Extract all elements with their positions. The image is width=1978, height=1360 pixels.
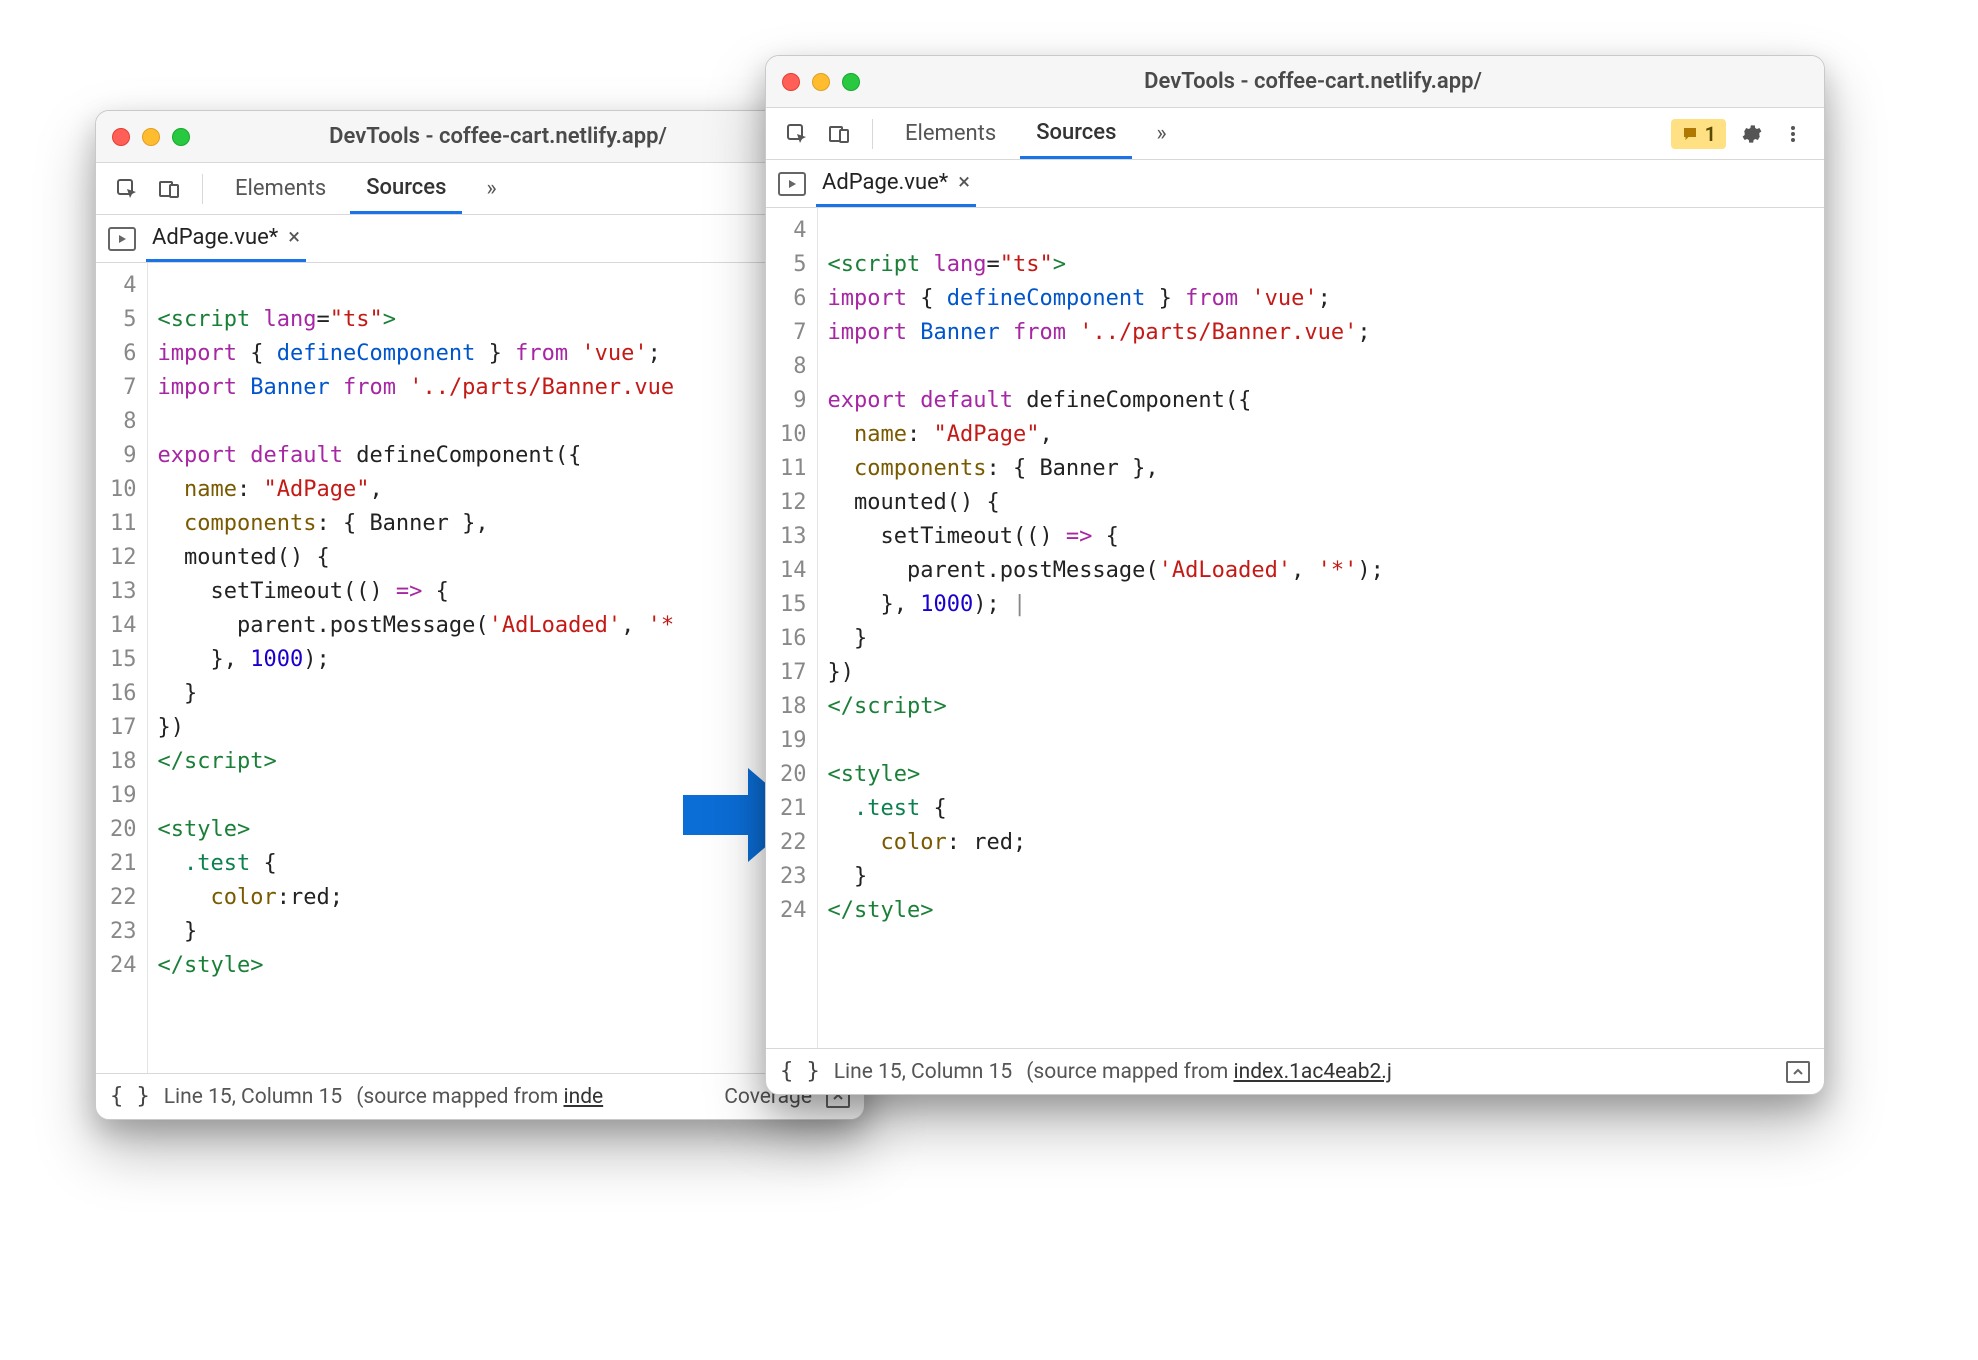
issues-count: 1 (1705, 122, 1716, 146)
statusbar: { } Line 15, Column 15 (source mapped fr… (766, 1048, 1824, 1094)
code-right[interactable]: <script lang="ts">import { defineCompone… (818, 208, 1394, 1048)
toolbar-separator (202, 174, 203, 204)
settings-icon[interactable] (1734, 117, 1768, 151)
code-editor[interactable]: 456789101112131415161718192021222324 <sc… (96, 263, 864, 1073)
source-map-link[interactable]: inde (563, 1085, 603, 1109)
minimize-window-icon[interactable] (812, 73, 830, 91)
tab-elements[interactable]: Elements (889, 108, 1012, 159)
device-toggle-icon[interactable] (152, 172, 186, 206)
zoom-window-icon[interactable] (172, 128, 190, 146)
tab-sources[interactable]: Sources (350, 163, 462, 214)
issues-badge[interactable]: 1 (1671, 119, 1726, 149)
titlebar: DevTools - coffee-cart.netlify.app/ (766, 56, 1824, 108)
devtools-window-right: DevTools - coffee-cart.netlify.app/ Elem… (765, 55, 1825, 1095)
close-window-icon[interactable] (112, 128, 130, 146)
devtools-toolbar: Elements Sources » (96, 163, 864, 215)
window-title: DevTools - coffee-cart.netlify.app/ (208, 124, 788, 149)
window-title: DevTools - coffee-cart.netlify.app/ (878, 69, 1748, 94)
drawer-toggle-icon[interactable] (1786, 1061, 1810, 1083)
file-tab-adpage[interactable]: AdPage.vue* × (146, 215, 306, 262)
navigator-toggle-icon[interactable] (778, 172, 806, 196)
toolbar-separator (872, 119, 873, 149)
kebab-menu-icon[interactable] (1776, 117, 1810, 151)
devtools-toolbar: Elements Sources » 1 (766, 108, 1824, 160)
gutter-left: 456789101112131415161718192021222324 (96, 263, 148, 1073)
statusbar: { } Line 15, Column 15 (source mapped fr… (96, 1073, 864, 1119)
file-tab-bar: AdPage.vue* × (96, 215, 864, 263)
tab-sources[interactable]: Sources (1020, 108, 1132, 159)
tab-elements[interactable]: Elements (219, 163, 342, 214)
cursor-position: Line 15, Column 15 (834, 1060, 1012, 1084)
traffic-lights (782, 73, 860, 91)
close-tab-icon[interactable]: × (288, 225, 300, 250)
pretty-print-icon[interactable]: { } (110, 1084, 150, 1109)
code-left[interactable]: <script lang="ts">import { defineCompone… (148, 263, 685, 1073)
inspect-element-icon[interactable] (780, 117, 814, 151)
titlebar: DevTools - coffee-cart.netlify.app/ (96, 111, 864, 163)
code-editor[interactable]: 456789101112131415161718192021222324 <sc… (766, 208, 1824, 1048)
minimize-window-icon[interactable] (142, 128, 160, 146)
source-map-info: (source mapped from index.1ac4eab2.j (1026, 1060, 1392, 1084)
tab-more[interactable]: » (470, 163, 512, 214)
pretty-print-icon[interactable]: { } (780, 1059, 820, 1084)
file-tab-label: AdPage.vue* (822, 170, 948, 195)
tab-more[interactable]: » (1140, 108, 1182, 159)
zoom-window-icon[interactable] (842, 73, 860, 91)
file-tab-bar: AdPage.vue* × (766, 160, 1824, 208)
file-tab-label: AdPage.vue* (152, 225, 278, 250)
device-toggle-icon[interactable] (822, 117, 856, 151)
source-map-info: (source mapped from inde (356, 1085, 603, 1109)
traffic-lights (112, 128, 190, 146)
close-tab-icon[interactable]: × (958, 170, 970, 195)
source-map-link[interactable]: index.1ac4eab2.j (1233, 1060, 1391, 1084)
file-tab-adpage[interactable]: AdPage.vue* × (816, 160, 976, 207)
cursor-position: Line 15, Column 15 (164, 1085, 342, 1109)
close-window-icon[interactable] (782, 73, 800, 91)
inspect-element-icon[interactable] (110, 172, 144, 206)
devtools-window-left: DevTools - coffee-cart.netlify.app/ Elem… (95, 110, 865, 1120)
gutter-right: 456789101112131415161718192021222324 (766, 208, 818, 1048)
navigator-toggle-icon[interactable] (108, 227, 136, 251)
